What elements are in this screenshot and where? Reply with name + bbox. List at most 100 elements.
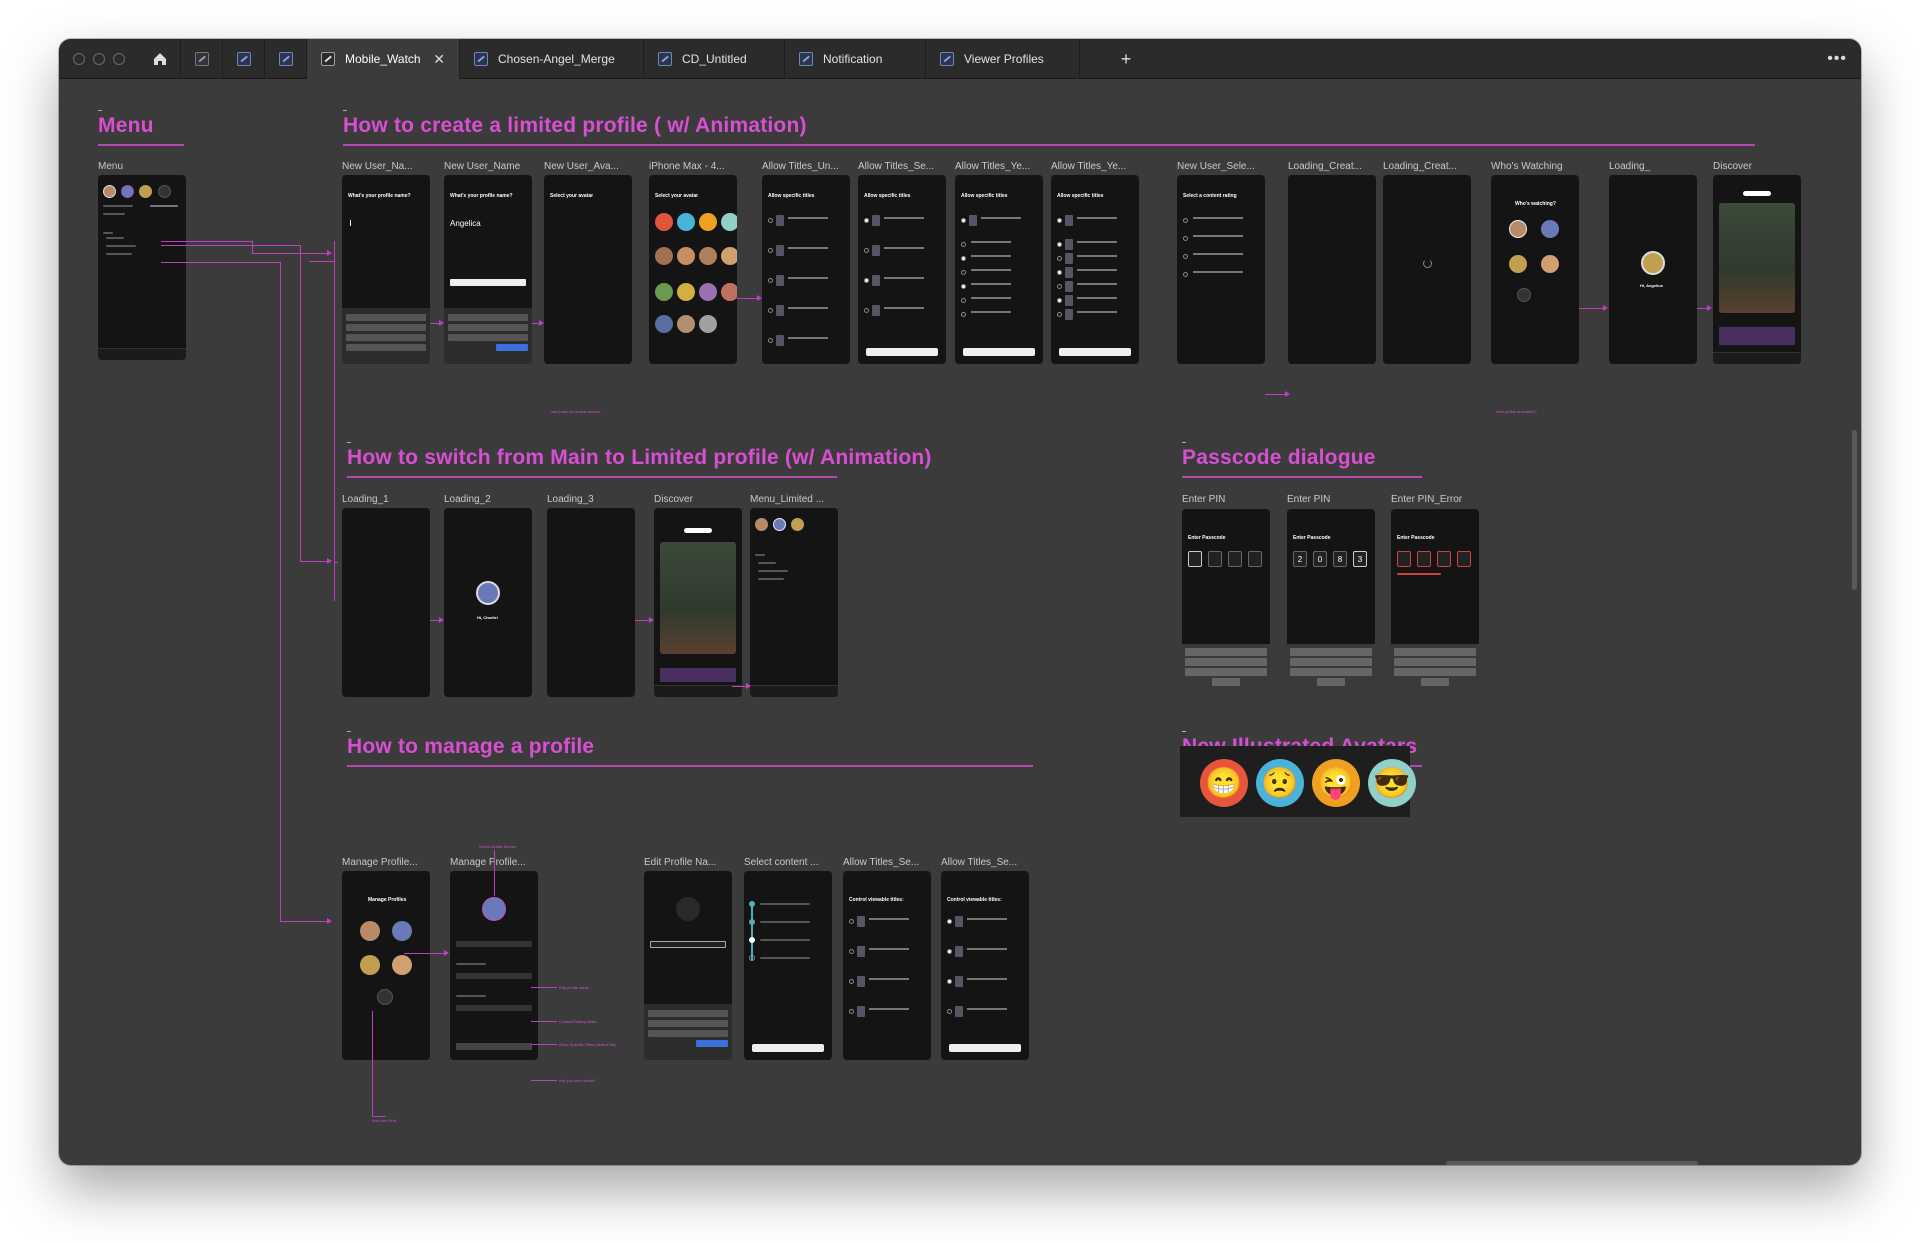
frame-label: New User_Sele... [1177, 161, 1255, 172]
frame-label: Menu_Limited ... [750, 494, 824, 505]
window-minimize-light[interactable] [93, 53, 105, 65]
frame-manage-profiles[interactable]: Manage Profiles [342, 871, 430, 1060]
frame-avatar-grid[interactable]: Select your avatar [649, 175, 737, 364]
frame-label: Loading_Creat... [1288, 161, 1362, 172]
frame-enter-pin-error[interactable]: Enter Passcode [1391, 509, 1479, 698]
typed-name: Angelica [450, 219, 481, 228]
more-options-button[interactable]: ••• [1827, 39, 1847, 79]
frame-menu-limited[interactable] [750, 508, 838, 697]
file-icon [799, 52, 813, 66]
frame-loading-create-1[interactable] [1288, 175, 1376, 364]
frame-label: New User_Na... [342, 161, 413, 172]
frame-label: iPhone Max - 4... [649, 161, 725, 172]
file-icon [236, 52, 251, 66]
frame-label: Edit Profile Na... [644, 857, 717, 868]
frame-label: Select content ... [744, 857, 819, 868]
frame-label: Manage Profile... [450, 857, 526, 868]
home-button[interactable] [139, 39, 181, 79]
frame-menu[interactable] [98, 175, 186, 360]
frame-loading-create-2[interactable] [1383, 175, 1471, 364]
frame-label: Loading_ [1609, 161, 1651, 172]
tab-label: Mobile_Watch [345, 52, 421, 66]
frame-loading-2[interactable]: Hi, Charlie! [444, 508, 532, 697]
file-icon [658, 52, 672, 66]
file-icon [278, 52, 293, 66]
window-close-light[interactable] [73, 53, 85, 65]
frame-allow-titles-control-1[interactable]: Control viewable titles: [843, 871, 931, 1060]
frame-label: Enter PIN [1287, 494, 1331, 505]
new-tab-button[interactable]: + [1111, 39, 1141, 79]
grin-face-icon: 😁 [1200, 759, 1248, 807]
frame-label: Loading_3 [547, 494, 594, 505]
frame-loading-1[interactable] [342, 508, 430, 697]
section-title-passcode: Passcode dialogue [1182, 446, 1376, 469]
tab-label: Chosen-Angel_Merge [498, 52, 615, 66]
section-title-manage-profile: How to manage a profile [347, 735, 595, 758]
frame-label: Allow Titles_Se... [941, 857, 1018, 868]
frame-label: New User_Name [444, 161, 521, 172]
file-icon [194, 52, 209, 66]
frame-edit-profile-name[interactable] [644, 871, 732, 1060]
tab-bar: Mobile_Watch ✕ Chosen-Angel_Merge CD_Unti… [59, 39, 1861, 79]
avatar-showcase[interactable]: 😁 😟 😜 😎 [1180, 746, 1416, 817]
tab-chosen-angel-merge[interactable]: Chosen-Angel_Merge [460, 39, 644, 79]
tab-mobile-watch[interactable]: Mobile_Watch ✕ [307, 39, 460, 79]
home-icon [153, 53, 166, 65]
frame-enter-pin[interactable]: Enter Passcode [1182, 509, 1270, 698]
frame-label: Loading_Creat... [1383, 161, 1457, 172]
file-icon [940, 52, 954, 66]
frame-label: Allow Titles_Un... [762, 161, 839, 172]
frame-allow-titles-unselected[interactable]: Allow specific titles [762, 175, 850, 364]
frame-discover[interactable] [1713, 175, 1801, 364]
section-title-menu: Menu [98, 114, 154, 137]
tab-viewer-profiles[interactable]: Viewer Profiles [926, 39, 1080, 79]
frame-label: Who's Watching [1491, 161, 1563, 172]
frame-label: Allow Titles_Se... [843, 857, 920, 868]
frame-new-user-name[interactable]: What's your profile name? Angelica [444, 175, 532, 364]
recent-file-tab-2[interactable] [223, 39, 265, 79]
horizontal-scrollbar[interactable] [1446, 1161, 1698, 1165]
frame-label: Loading_2 [444, 494, 491, 505]
frame-label: Allow Titles_Se... [858, 161, 935, 172]
frame-discover-switch[interactable] [654, 508, 742, 697]
recent-file-tab-1[interactable] [181, 39, 223, 79]
frame-new-user-avatar-empty[interactable]: Select your avatar [544, 175, 632, 364]
tab-label: Viewer Profiles [964, 52, 1044, 66]
frame-loading-3[interactable] [547, 508, 635, 697]
tab-label: Notification [823, 52, 883, 66]
tongue-face-icon: 😜 [1312, 759, 1360, 807]
frame-allow-titles-selected[interactable]: Allow specific titles [858, 175, 946, 364]
frame-allow-titles-yes-2[interactable]: Allow specific titles [1051, 175, 1139, 364]
frame-label: Enter PIN [1182, 494, 1226, 505]
frame-new-user-select-rating[interactable]: Select a content rating [1177, 175, 1265, 364]
file-icon [321, 52, 335, 66]
frame-select-content-rating[interactable] [744, 871, 832, 1060]
app-window: Mobile_Watch ✕ Chosen-Angel_Merge CD_Unti… [59, 39, 1861, 1165]
frame-whos-watching[interactable]: Who's watching? [1491, 175, 1579, 364]
frame-allow-titles-control-2[interactable]: Control viewable titles: [941, 871, 1029, 1060]
frame-label: Allow Titles_Ye... [1051, 161, 1127, 172]
frame-loading-profile[interactable]: Hi, Angelica [1609, 175, 1697, 364]
frame-enter-pin-filled[interactable]: Enter Passcode 2 0 8 3 [1287, 509, 1375, 698]
cool-face-icon: 😎 [1368, 759, 1416, 807]
close-tab-icon[interactable]: ✕ [433, 51, 445, 68]
frame-new-user-name-empty[interactable]: What's your profile name? [342, 175, 430, 364]
frame-manage-profile-edit[interactable] [450, 871, 538, 1060]
section-title-create-profile: How to create a limited profile ( w/ Ani… [343, 114, 807, 137]
frame-label: Enter PIN_Error [1391, 494, 1463, 505]
file-icon [474, 52, 488, 66]
frame-label: Discover [1713, 161, 1752, 172]
frame-allow-titles-yes-1[interactable]: Allow specific titles [955, 175, 1043, 364]
vertical-scrollbar[interactable] [1852, 430, 1857, 590]
frame-label: Manage Profile... [342, 857, 418, 868]
frame-label: Discover [654, 494, 693, 505]
tab-notification[interactable]: Notification [785, 39, 926, 79]
window-zoom-light[interactable] [113, 53, 125, 65]
design-canvas[interactable]: Menu Menu How to create a limited profil… [59, 80, 1861, 1165]
ellipsis-icon: ••• [1827, 50, 1847, 67]
worried-face-icon: 😟 [1256, 759, 1304, 807]
tab-cd-untitled[interactable]: CD_Untitled [644, 39, 785, 79]
recent-file-tab-3[interactable] [265, 39, 307, 79]
frame-label: Menu [98, 161, 124, 172]
frame-label: Loading_1 [342, 494, 389, 505]
